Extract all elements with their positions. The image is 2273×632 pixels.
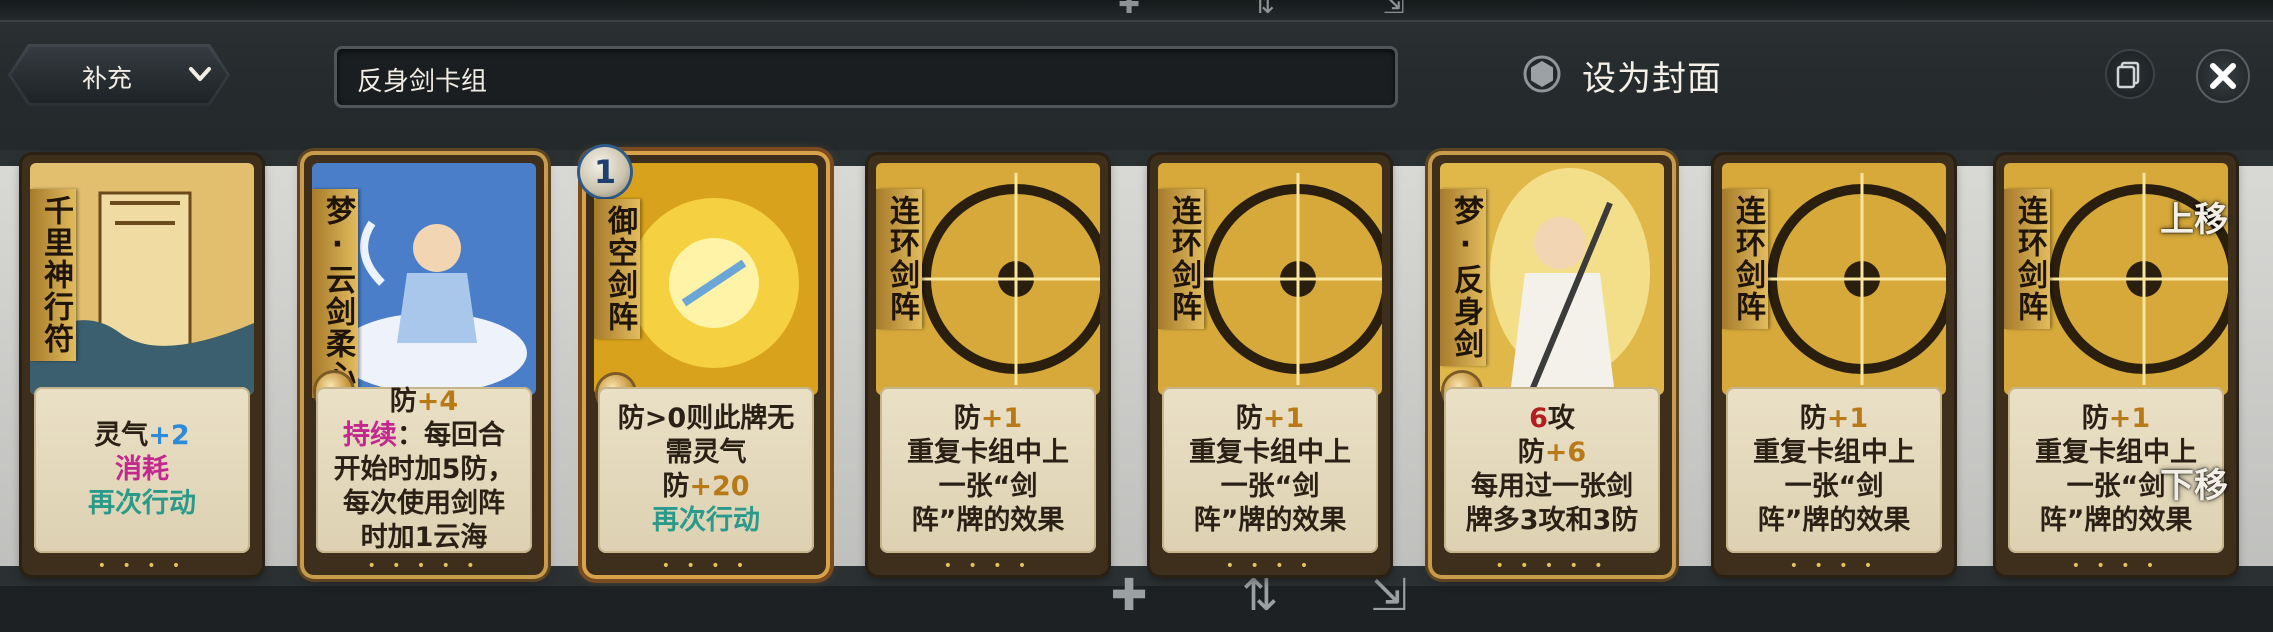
- close-icon: [2210, 63, 2236, 89]
- card-dots: • • • •: [661, 558, 751, 574]
- chevron-down-icon: [186, 60, 214, 88]
- desc-line: 牌多3攻和3防: [1465, 505, 1639, 536]
- desc-line: 防+6: [1517, 437, 1587, 468]
- desc-line: 消耗: [115, 454, 169, 485]
- card-title: 御空剑阵: [594, 199, 640, 339]
- desc-line: 每次使用剑阵: [343, 488, 505, 519]
- add-icon[interactable]: ✚: [1110, 0, 1148, 18]
- card-title: 连环剑阵: [1722, 189, 1768, 329]
- desc-line: 每用过一张剑: [1471, 471, 1633, 502]
- card-title: 梦·云剑柔心: [312, 189, 358, 398]
- desc-line: 阵”牌的效果: [2039, 505, 2193, 536]
- card-description: 灵气+2 消耗 再次行动: [34, 387, 250, 553]
- desc-line: 防+1: [1799, 403, 1869, 434]
- set-cover-label: 设为封面: [1582, 59, 1722, 99]
- card[interactable]: 连环剑阵 防+1 重复卡组中上 一张“剑 阵”牌的效果 • • • •: [1150, 155, 1390, 575]
- desc-line: 一张“剑: [938, 471, 1038, 502]
- card-selected[interactable]: 1 御空剑阵 防>0则此牌无 需灵气 防+20 再次行动 • • • •: [580, 147, 826, 575]
- desc-line: 6攻: [1529, 403, 1575, 434]
- card-title: 连环剑阵: [876, 189, 922, 329]
- copy-icon: [2116, 61, 2140, 89]
- card-description: 防>0则此牌无 需灵气 防+20 再次行动: [598, 387, 814, 553]
- cost-badge: 1: [580, 147, 630, 197]
- desc-line: 持续：每回合: [343, 420, 505, 451]
- desc-line: 防+20: [662, 471, 750, 502]
- desc-line: 需灵气: [665, 437, 747, 468]
- desc-line: 再次行动: [652, 505, 760, 536]
- card-title: 连环剑阵: [2004, 189, 2050, 329]
- card-title: 梦·反身剑: [1440, 189, 1486, 366]
- export-icon[interactable]: ⇲: [1365, 572, 1413, 620]
- card-dots: • • • • •: [367, 558, 481, 574]
- desc-line: 防>0则此牌无: [617, 403, 795, 434]
- desc-line: 重复卡组中上: [907, 437, 1069, 468]
- desc-line: 阵”牌的效果: [911, 505, 1065, 536]
- card-dots: • • • • •: [1495, 558, 1609, 574]
- card-title: 连环剑阵: [1158, 189, 1204, 329]
- desc-line: 一张“剑: [1220, 471, 1320, 502]
- desc-line: 时加1云海: [360, 522, 488, 553]
- card-dots: • • • •: [1225, 558, 1315, 574]
- copy-button[interactable]: [2105, 49, 2155, 99]
- export-icon[interactable]: ⇲: [1375, 0, 1413, 18]
- desc-line: 灵气+2: [94, 420, 190, 451]
- desc-line: 防+4: [389, 386, 459, 417]
- card[interactable]: 梦·云剑柔心 防+4 持续：每回合 开始时加5防， 每次使用剑阵 时加1云海 •…: [304, 155, 544, 575]
- desc-line: 重复卡组中上: [1189, 437, 1351, 468]
- desc-line: 再次行动: [88, 488, 196, 519]
- desc-line: 开始时加5防，: [333, 454, 515, 485]
- card[interactable]: 连环剑阵 防+1 重复卡组中上 一张“剑 阵”牌的效果 • • • •: [1714, 155, 1954, 575]
- card[interactable]: 连环剑阵 防+1 重复卡组中上 一张“剑 阵”牌的效果 • • • •: [868, 155, 1108, 575]
- close-button[interactable]: [2196, 49, 2250, 103]
- card-dots: • • • •: [1789, 558, 1879, 574]
- category-dropdown[interactable]: 补充: [8, 44, 230, 106]
- desc-line: 重复卡组中上: [1753, 437, 1915, 468]
- cover-checkbox[interactable]: [1522, 54, 1562, 94]
- add-icon[interactable]: ✚: [1105, 572, 1153, 620]
- card-description: 防+4 持续：每回合 开始时加5防， 每次使用剑阵 时加1云海: [316, 386, 532, 553]
- sort-icon[interactable]: ⇅: [1236, 572, 1284, 620]
- card-description: 防+1 重复卡组中上 一张“剑 阵”牌的效果: [880, 387, 1096, 553]
- desc-line: 防+1: [1235, 403, 1305, 434]
- desc-line: 防+1: [953, 403, 1023, 434]
- deck-name-value: 反身剑卡组: [357, 67, 488, 97]
- card-description: 6攻 防+6 每用过一张剑 牌多3攻和3防: [1444, 387, 1660, 553]
- desc-line: 一张“剑: [1784, 471, 1884, 502]
- card-dots: • • • •: [2071, 558, 2161, 574]
- card-description: 防+1 重复卡组中上 一张“剑 阵”牌的效果: [1726, 387, 1942, 553]
- dropdown-label: 补充: [82, 64, 133, 93]
- desc-line: 阵”牌的效果: [1757, 505, 1911, 536]
- move-down-button[interactable]: 下移: [2160, 458, 2234, 507]
- card-dots: • • • •: [943, 558, 1033, 574]
- desc-line: 阵”牌的效果: [1193, 505, 1347, 536]
- card[interactable]: 千里神行符 灵气+2 消耗 再次行动 • • • •: [22, 155, 262, 575]
- deck-name-field[interactable]: 反身剑卡组: [334, 46, 1398, 108]
- desc-line: 防+1: [2081, 403, 2151, 434]
- card-description: 防+1 重复卡组中上 一张“剑 阵”牌的效果: [1162, 387, 1378, 553]
- sort-icon[interactable]: ⇅: [1245, 0, 1283, 18]
- card[interactable]: 梦·反身剑 6攻 防+6 每用过一张剑 牌多3攻和3防 • • • • •: [1432, 155, 1672, 575]
- move-up-button[interactable]: 上移: [2160, 192, 2234, 241]
- card-title: 千里神行符: [30, 189, 76, 361]
- card-dots: • • • •: [97, 558, 187, 574]
